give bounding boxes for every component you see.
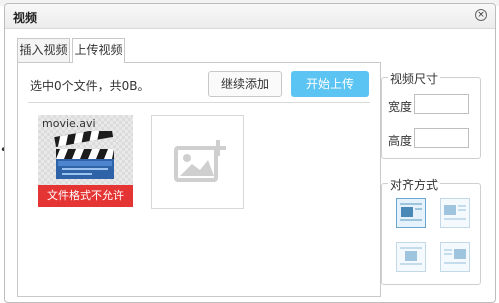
dialog-title-bar: 视频 × [5,4,495,29]
height-input[interactable] [414,128,469,148]
file-item[interactable]: movie.avi 文件格式不允许 [38,115,133,207]
align-none-icon[interactable] [396,198,426,228]
tab-insert-video[interactable]: 插入视频 [17,38,70,62]
width-input[interactable] [414,94,469,114]
upload-panel: 选中0个文件，共0B。 继续添加 开始上传 movie.avi 文件格式不允许 [17,62,381,297]
dialog-title: 视频 [13,11,38,25]
add-image-icon [174,140,226,182]
add-file-tile[interactable] [151,115,244,209]
close-icon[interactable]: × [475,9,487,21]
align-right-icon[interactable] [440,242,470,272]
upload-status-text: 选中0个文件，共0B。 [30,79,150,93]
video-dialog: 视频 × 插入视频 上传视频 选中0个文件，共0B。 继续添加 开始上传 mov… [4,3,496,303]
alignment-group: 对齐方式 [381,176,481,285]
start-upload-button[interactable]: 开始上传 [291,71,369,97]
video-size-legend: 视频尺寸 [388,70,441,87]
align-center-icon[interactable] [396,242,426,272]
toolbar-divider [28,102,370,103]
file-error-badge: 文件格式不允许 [38,185,133,207]
height-label: 高度 [388,134,413,148]
alignment-legend: 对齐方式 [388,176,441,193]
align-left-icon[interactable] [440,198,470,228]
file-name: movie.avi [42,117,96,130]
width-label: 宽度 [388,100,413,114]
continue-add-button[interactable]: 继续添加 [208,71,282,97]
video-size-group: 视频尺寸 宽度 高度 [381,70,481,159]
clapperboard-icon [54,131,114,179]
tab-upload-video[interactable]: 上传视频 [72,38,125,63]
